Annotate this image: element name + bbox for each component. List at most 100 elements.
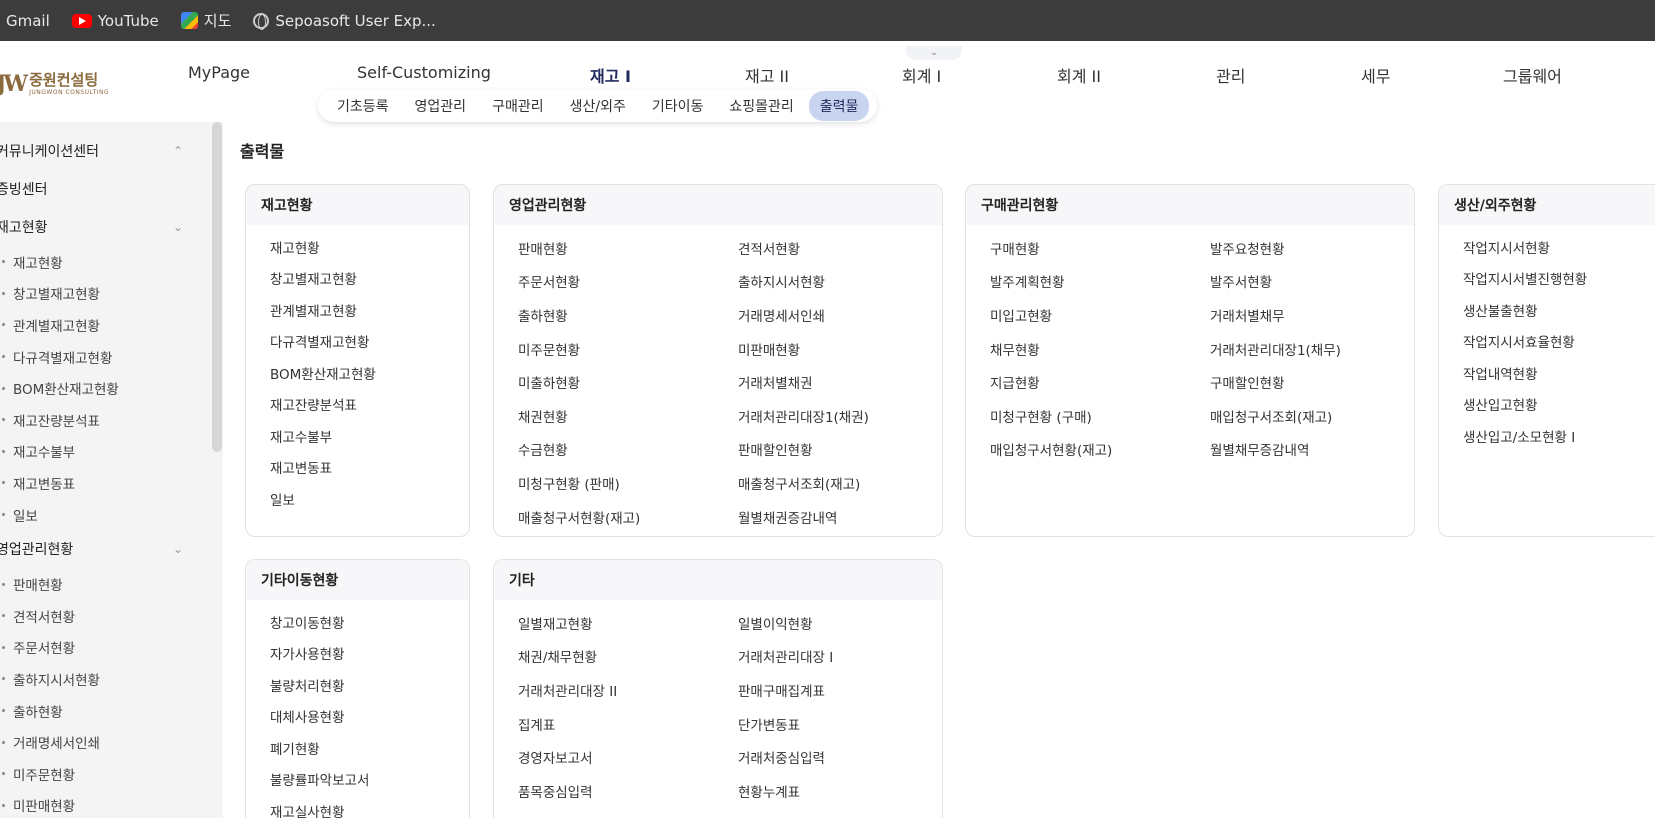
sub-menu-other-movement[interactable]: 기타이동 xyxy=(641,91,715,121)
report-link[interactable]: 창고별재고현황 xyxy=(270,263,376,295)
sidebar-group-inventory[interactable]: 재고현황 ⌄ xyxy=(0,208,223,246)
report-link[interactable]: 지급현황 xyxy=(990,365,1112,399)
report-link[interactable]: 미판매현황 xyxy=(738,332,869,366)
sidebar-group-evidence[interactable]: 증빙센터 xyxy=(0,170,223,208)
sidebar-item[interactable]: 판매현황 xyxy=(0,568,223,600)
sub-menu-shopping-mall[interactable]: 쇼핑몰관리 xyxy=(718,91,804,121)
report-link[interactable]: 거래처중심입력 xyxy=(738,740,833,774)
report-link[interactable]: 월별채무증감내역 xyxy=(1210,433,1341,467)
sidebar-item[interactable]: 미판매현황 xyxy=(0,790,223,818)
report-link[interactable]: 발주계획현황 xyxy=(990,265,1112,299)
report-link[interactable]: 매입청구서조회(재고) xyxy=(1210,399,1341,433)
report-link[interactable]: 구매할인현황 xyxy=(1210,365,1341,399)
report-link[interactable]: 생산불출현황 xyxy=(1463,294,1587,326)
report-link[interactable]: 거래처별채권 xyxy=(738,365,869,399)
sidebar-item[interactable]: 출하지시서현황 xyxy=(0,663,223,695)
main-menu-inventory-2[interactable]: 재고 II xyxy=(745,63,789,87)
sidebar-item[interactable]: 창고별재고현황 xyxy=(0,278,223,310)
report-link[interactable]: 재고변동표 xyxy=(270,452,376,484)
bookmark-gmail[interactable]: Gmail xyxy=(0,12,50,30)
sub-menu-production-outsourcing[interactable]: 생산/외주 xyxy=(559,91,637,121)
sidebar-group-communication[interactable]: 커뮤니케이션센터 ⌃ xyxy=(0,132,223,170)
collapse-header-button[interactable]: ⌄ xyxy=(906,46,962,60)
report-link[interactable]: 미청구현황 (구매) xyxy=(990,399,1112,433)
report-link[interactable]: 작업지시서별진행현황 xyxy=(1463,263,1587,295)
report-link[interactable]: BOM환산재고현황 xyxy=(270,357,376,389)
bookmark-sepoasoft[interactable]: Sepoasoft User Exp... xyxy=(253,12,436,30)
report-link[interactable]: 거래명세서인쇄 xyxy=(738,298,869,332)
report-link[interactable]: 거래처관리대장 II xyxy=(518,673,617,707)
report-link[interactable]: 일별재고현황 xyxy=(518,606,617,640)
main-menu-inventory-1[interactable]: 재고 I xyxy=(590,63,631,87)
sidebar-item[interactable]: 재고현황 xyxy=(0,246,223,278)
report-link[interactable]: 작업지시서효율현황 xyxy=(1463,326,1587,358)
chevron-down-icon[interactable]: ⌄ xyxy=(173,542,183,556)
report-link[interactable]: 작업지시서현황 xyxy=(1463,231,1587,263)
chevron-down-icon[interactable]: ⌄ xyxy=(173,220,183,234)
sub-menu-purchase-management[interactable]: 구매관리 xyxy=(481,91,555,121)
report-link[interactable]: 채무현황 xyxy=(990,332,1112,366)
main-menu-accounting-2[interactable]: 회계 II xyxy=(1057,63,1101,87)
sidebar-item[interactable]: 재고변동표 xyxy=(0,467,223,499)
report-link[interactable]: 일별이익현황 xyxy=(738,606,833,640)
sidebar-item[interactable]: 견적서현황 xyxy=(0,600,223,632)
sidebar-item[interactable]: 거래명세서인쇄 xyxy=(0,726,223,758)
report-link[interactable]: 판매할인현황 xyxy=(738,433,869,467)
report-link[interactable]: 매입청구서현황(재고) xyxy=(990,433,1112,467)
sidebar-group-sales[interactable]: 영업관리현황 ⌄ xyxy=(0,530,223,568)
report-link[interactable]: 불량처리현황 xyxy=(270,669,369,701)
main-menu-mypage[interactable]: MyPage xyxy=(188,63,250,82)
report-link[interactable]: 창고이동현황 xyxy=(270,606,369,638)
sidebar-item[interactable]: 재고수불부 xyxy=(0,436,223,468)
main-menu-self-customizing[interactable]: Self-Customizing xyxy=(357,63,491,82)
bookmark-maps[interactable]: 지도 xyxy=(180,10,231,31)
report-link[interactable]: 관계별재고현황 xyxy=(270,294,376,326)
sidebar-item[interactable]: 다규격별재고현황 xyxy=(0,341,223,373)
report-link[interactable]: 발주요청현황 xyxy=(1210,231,1341,265)
sub-menu-output[interactable]: 출력물 xyxy=(808,90,870,121)
main-menu-tax[interactable]: 세무 xyxy=(1361,63,1390,87)
report-link[interactable]: 생산입고현황 xyxy=(1463,389,1587,421)
sidebar-item[interactable]: 관계별재고현황 xyxy=(0,309,223,341)
sidebar-item[interactable]: 주문서현황 xyxy=(0,632,223,664)
report-link[interactable]: 채권/채무현황 xyxy=(518,640,617,674)
report-link[interactable]: 재고현황 xyxy=(270,231,376,263)
report-link[interactable]: 판매구매집계표 xyxy=(738,673,833,707)
sidebar-item[interactable]: BOM환산재고현황 xyxy=(0,372,223,404)
sidebar-item[interactable]: 미주문현황 xyxy=(0,758,223,790)
report-link[interactable]: 재고수불부 xyxy=(270,420,376,452)
report-link[interactable]: 재고잔량분석표 xyxy=(270,389,376,421)
report-link[interactable]: 견적서현황 xyxy=(738,231,869,265)
report-link[interactable]: 작업내역현황 xyxy=(1463,357,1587,389)
sub-menu-sales-management[interactable]: 영업관리 xyxy=(404,91,478,121)
report-link[interactable]: 거래처별채무 xyxy=(1210,298,1341,332)
report-link[interactable]: 채권현황 xyxy=(518,399,640,433)
report-link[interactable]: 출하현황 xyxy=(518,298,640,332)
sidebar-item[interactable]: 일보 xyxy=(0,499,223,531)
sidebar-item[interactable]: 출하현황 xyxy=(0,695,223,727)
report-link[interactable]: 판매현황 xyxy=(518,231,640,265)
main-menu-accounting-1[interactable]: 회계 I xyxy=(902,63,941,87)
report-link[interactable]: 거래처관리대장1(채권) xyxy=(738,399,869,433)
sidebar-item[interactable]: 재고잔량분석표 xyxy=(0,404,223,436)
report-link[interactable]: 생산입고/소모현황 I xyxy=(1463,420,1587,452)
main-menu-management[interactable]: 관리 xyxy=(1216,63,1245,87)
report-link[interactable]: 다규격별재고현황 xyxy=(270,326,376,358)
report-link[interactable]: 현황누계표 xyxy=(738,774,833,808)
report-link[interactable]: 폐기현황 xyxy=(270,732,369,764)
report-link[interactable]: 미청구현황 (판매) xyxy=(518,466,640,500)
bookmark-youtube[interactable]: YouTube xyxy=(71,12,159,30)
report-link[interactable]: 미출하현황 xyxy=(518,365,640,399)
sidebar-scrollbar[interactable] xyxy=(212,122,222,452)
report-link[interactable]: 품목중심입력 xyxy=(518,774,617,808)
report-link[interactable]: 경영자보고서 xyxy=(518,740,617,774)
report-link[interactable]: 일보 xyxy=(270,483,376,515)
report-link[interactable]: 단가변동표 xyxy=(738,707,833,741)
report-link[interactable]: 발주서현황 xyxy=(1210,265,1341,299)
main-menu-groupware[interactable]: 그룹웨어 xyxy=(1503,63,1562,87)
report-link[interactable]: 월별채권증감내역 xyxy=(738,500,869,534)
report-link[interactable]: 주문서현황 xyxy=(518,265,640,299)
chevron-up-icon[interactable]: ⌃ xyxy=(173,144,183,158)
report-link[interactable]: 수금현황 xyxy=(518,433,640,467)
report-link[interactable]: 거래처관리대장 I xyxy=(738,640,833,674)
